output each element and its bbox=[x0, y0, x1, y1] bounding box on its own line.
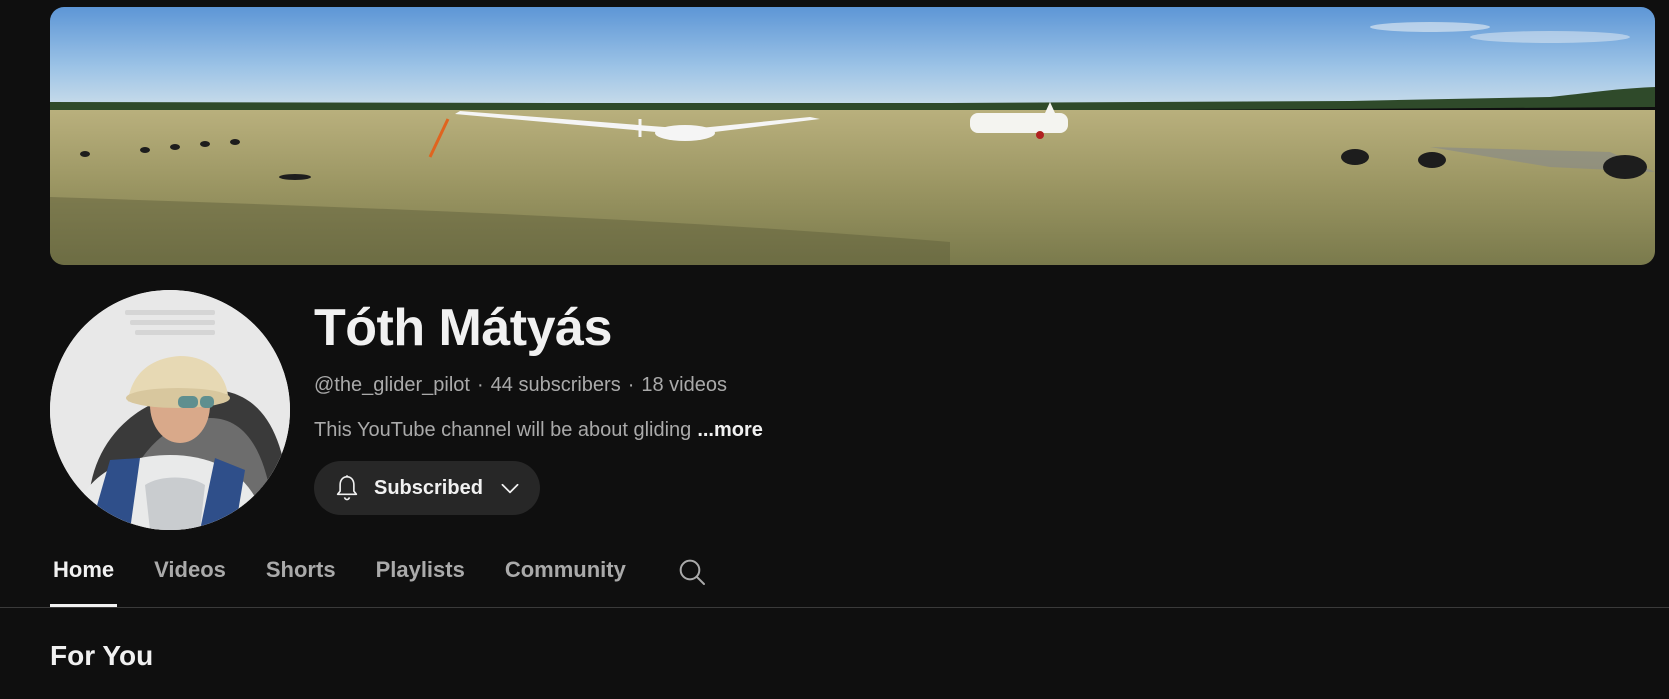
tabs-divider bbox=[0, 607, 1669, 608]
subscriber-count: 44 subscribers bbox=[490, 374, 621, 396]
channel-page: Tóth Mátyás @the_glider_pilot · 44 subscri… bbox=[0, 0, 1669, 699]
tab-community[interactable]: Community bbox=[502, 555, 629, 605]
search-icon[interactable] bbox=[676, 556, 708, 588]
bell-icon bbox=[332, 473, 362, 503]
channel-banner bbox=[50, 7, 1655, 265]
meta-separator: · bbox=[476, 374, 484, 396]
tab-playlists[interactable]: Playlists bbox=[373, 555, 468, 605]
banner-image bbox=[50, 7, 1655, 265]
description-text: This YouTube channel will be about glidi… bbox=[314, 419, 692, 441]
channel-tabs: Home Videos Shorts Playlists Community bbox=[50, 555, 629, 607]
video-count: 18 videos bbox=[641, 374, 727, 396]
meta-separator: · bbox=[627, 374, 635, 396]
chevron-down-icon bbox=[497, 475, 523, 501]
channel-meta: @the_glider_pilot · 44 subscribers · 18 vide… bbox=[314, 374, 727, 397]
channel-avatar[interactable] bbox=[50, 290, 290, 530]
channel-handle: @the_glider_pilot bbox=[314, 374, 470, 396]
tab-videos[interactable]: Videos bbox=[151, 555, 229, 605]
tab-shorts[interactable]: Shorts bbox=[263, 555, 339, 605]
channel-name: Tóth Mátyás bbox=[314, 299, 612, 357]
section-title: For You bbox=[50, 640, 154, 671]
subscribed-button[interactable]: Subscribed bbox=[314, 461, 540, 515]
avatar-image bbox=[50, 290, 290, 530]
subscribed-label: Subscribed bbox=[374, 476, 483, 499]
channel-description[interactable]: This YouTube channel will be about glidi… bbox=[314, 419, 763, 442]
tab-home[interactable]: Home bbox=[50, 555, 118, 607]
more-link[interactable]: ...more bbox=[697, 419, 763, 441]
